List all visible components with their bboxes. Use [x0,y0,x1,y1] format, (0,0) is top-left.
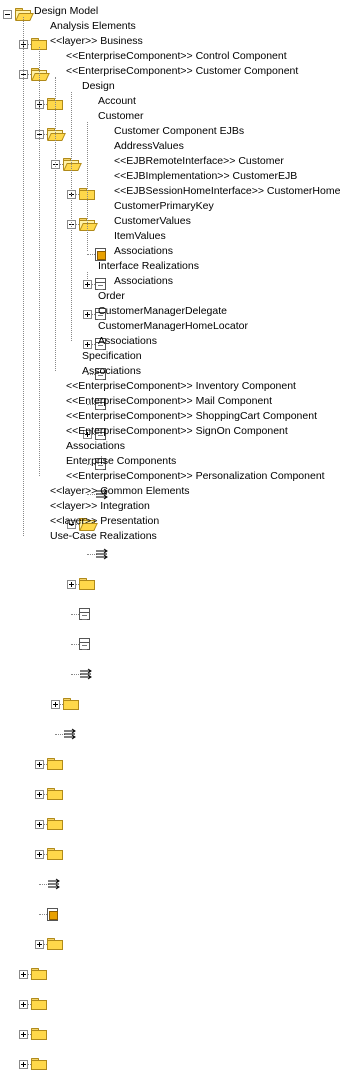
associations-icon [79,668,92,680]
tree-connector [87,122,88,251]
associations-icon [95,548,108,560]
folder-icon [79,578,95,590]
expand-icon[interactable] [19,1060,28,1069]
tree-item-label: Use-Case Realizations [50,530,157,542]
folder-icon [31,968,47,980]
folder-icon [47,758,63,770]
folder-icon [63,698,79,710]
tree-connector [55,77,56,371]
expand-icon[interactable] [19,1030,28,1039]
associations-icon [47,878,60,890]
class-icon [79,638,90,650]
expand-icon[interactable] [35,790,44,799]
expand-icon[interactable] [19,1000,28,1009]
folder-icon [47,788,63,800]
tree-connector [23,17,24,536]
tree-connector [71,92,72,341]
expand-icon[interactable] [35,820,44,829]
model-tree: Design Model Analysis Elements <<layer>> B… [0,0,342,1070]
expand-icon[interactable] [19,970,28,979]
tree-connector [39,47,40,476]
expand-icon[interactable] [35,760,44,769]
folder-icon [47,938,63,950]
tree-connector [87,272,88,281]
expand-icon[interactable] [51,700,60,709]
class-icon [79,608,90,620]
expand-icon[interactable] [67,580,76,589]
associations-icon [63,728,76,740]
expand-icon[interactable] [35,940,44,949]
folder-icon [31,1028,47,1040]
folder-icon [31,1058,47,1070]
folder-icon [31,998,47,1010]
folder-icon [47,818,63,830]
component-diagram-icon [47,908,58,921]
tree-item-use-case-realizations[interactable]: Use-Case Realizations [0,528,342,1070]
expand-icon[interactable] [35,850,44,859]
folder-icon [47,848,63,860]
